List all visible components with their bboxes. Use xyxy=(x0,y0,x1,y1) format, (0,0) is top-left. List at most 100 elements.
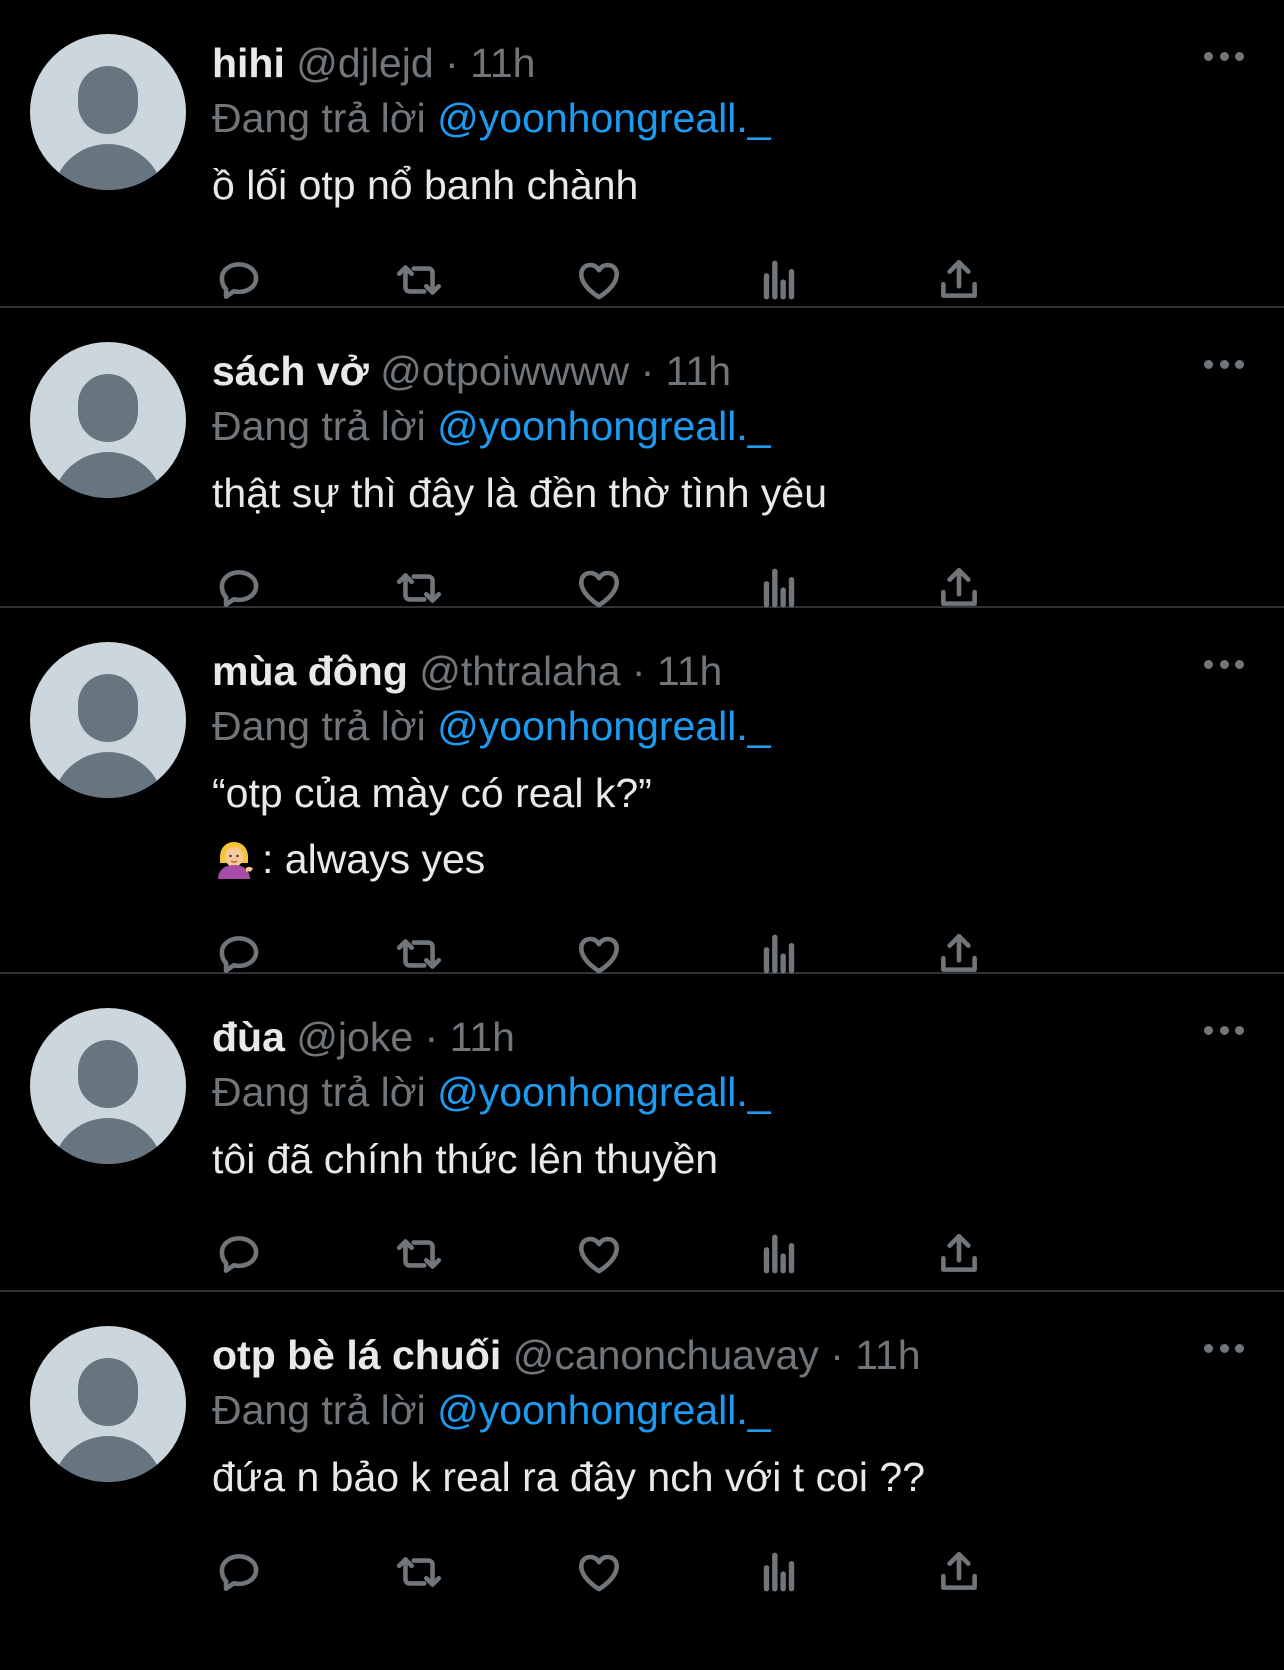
timestamp[interactable]: 11h xyxy=(657,648,722,694)
reply-button[interactable] xyxy=(214,928,394,980)
avatar[interactable] xyxy=(30,34,186,190)
views-button[interactable] xyxy=(754,562,934,614)
like-button[interactable] xyxy=(574,562,754,614)
retweet-button[interactable] xyxy=(394,254,574,306)
like-button[interactable] xyxy=(574,928,754,980)
timestamp[interactable]: 11h xyxy=(855,1332,920,1378)
retweet-icon xyxy=(396,1239,442,1269)
retweet-button[interactable] xyxy=(394,928,574,980)
views-button[interactable] xyxy=(754,928,934,980)
more-icon[interactable] xyxy=(1204,654,1244,674)
tweet[interactable]: đùa @joke · 11h Đang trả lời @yoonhongre… xyxy=(0,974,1284,1292)
replying-to-label: Đang trả lời xyxy=(212,95,426,141)
tweet[interactable]: otp bè lá chuối @canonchuavay · 11h Đang… xyxy=(0,1292,1284,1670)
retweet-button[interactable] xyxy=(394,1228,574,1280)
reply-button[interactable] xyxy=(214,1546,394,1598)
reply-icon xyxy=(219,936,259,973)
retweet-icon xyxy=(396,573,442,603)
timestamp[interactable]: 11h xyxy=(666,348,731,394)
more-icon[interactable] xyxy=(1204,354,1244,374)
tweet[interactable]: mùa đông @thtralaha · 11h Đang trả lời @… xyxy=(0,608,1284,974)
views-icon xyxy=(763,1234,795,1274)
reply-button[interactable] xyxy=(214,1228,394,1280)
display-name[interactable]: đùa xyxy=(212,1014,285,1060)
reply-icon xyxy=(219,262,259,299)
tweet-header: hihi @djlejd · 11h xyxy=(212,0,1244,90)
more-icon[interactable] xyxy=(1204,46,1244,66)
user-handle[interactable]: @joke xyxy=(296,1014,413,1060)
replying-to-label: Đang trả lời xyxy=(212,1069,426,1115)
more-icon[interactable] xyxy=(1204,1338,1244,1358)
share-button[interactable] xyxy=(934,1546,1114,1598)
tweet-header: đùa @joke · 11h xyxy=(212,974,1244,1064)
replying-to-link[interactable]: @yoonhongreall._ xyxy=(437,403,770,449)
user-handle[interactable]: @canonchuavay xyxy=(513,1332,819,1378)
heart-icon xyxy=(579,1236,619,1274)
avatar-body xyxy=(52,752,164,798)
retweet-button[interactable] xyxy=(394,1546,574,1598)
avatar[interactable] xyxy=(30,642,186,798)
heart-icon xyxy=(579,1554,619,1592)
avatar-body xyxy=(52,452,164,498)
share-button[interactable] xyxy=(934,1228,1114,1280)
tweet-header: sách vở @otpoiwwww · 11h xyxy=(212,308,1244,398)
share-icon xyxy=(941,934,977,972)
tweet-header: otp bè lá chuối @canonchuavay · 11h xyxy=(212,1292,1244,1382)
reply-button[interactable] xyxy=(214,254,394,306)
tweet-text: đứa n bảo k real ra đây nch với t coi ?? xyxy=(212,1454,925,1500)
heart-icon xyxy=(579,262,619,300)
replying-to: Đang trả lời @yoonhongreall._ xyxy=(212,1384,1244,1436)
timestamp[interactable]: 11h xyxy=(450,1014,515,1060)
views-icon xyxy=(763,934,795,974)
share-icon xyxy=(941,568,977,606)
avatar[interactable] xyxy=(30,1326,186,1482)
timestamp[interactable]: 11h xyxy=(470,40,535,86)
replying-to-label: Đang trả lời xyxy=(212,1387,426,1433)
display-name[interactable]: hihi xyxy=(212,40,285,86)
reply-button[interactable] xyxy=(214,562,394,614)
replying-to: Đang trả lời @yoonhongreall._ xyxy=(212,92,1244,144)
views-button[interactable] xyxy=(754,1546,934,1598)
like-button[interactable] xyxy=(574,254,754,306)
tweet-text: “otp của mày có real k?” xyxy=(212,770,652,816)
share-button[interactable] xyxy=(934,928,1114,980)
user-handle[interactable]: @djlejd xyxy=(296,40,433,86)
replying-to-link[interactable]: @yoonhongreall._ xyxy=(437,95,770,141)
tweet-actions xyxy=(214,1540,1114,1626)
share-icon xyxy=(941,1234,977,1272)
avatar[interactable] xyxy=(30,1008,186,1164)
avatar-head xyxy=(78,66,138,134)
views-button[interactable] xyxy=(754,1228,934,1280)
woman-tipping-hand-emoji xyxy=(218,842,253,879)
retweet-button[interactable] xyxy=(394,562,574,614)
tweet-header: mùa đông @thtralaha · 11h xyxy=(212,608,1244,698)
user-handle[interactable]: @otpoiwwww xyxy=(380,348,629,394)
display-name[interactable]: sách vở xyxy=(212,348,369,394)
separator-dot: · xyxy=(631,648,646,694)
like-button[interactable] xyxy=(574,1228,754,1280)
reply-icon xyxy=(219,570,259,607)
views-button[interactable] xyxy=(754,254,934,306)
display-name[interactable]: otp bè lá chuối xyxy=(212,1332,501,1378)
tweet-text: tôi đã chính thức lên thuyền xyxy=(212,1136,719,1182)
share-button[interactable] xyxy=(934,254,1114,306)
replying-to-link[interactable]: @yoonhongreall._ xyxy=(437,1387,770,1433)
views-icon xyxy=(763,568,795,608)
user-handle[interactable]: @thtralaha xyxy=(419,648,620,694)
separator-dot: · xyxy=(640,348,655,394)
replying-to-link[interactable]: @yoonhongreall._ xyxy=(437,703,770,749)
display-name[interactable]: mùa đông xyxy=(212,648,408,694)
tweet[interactable]: sách vở @otpoiwwww · 11h Đang trả lời @y… xyxy=(0,308,1284,608)
replying-to-link[interactable]: @yoonhongreall._ xyxy=(437,1069,770,1115)
more-icon[interactable] xyxy=(1204,1020,1244,1040)
tweet[interactable]: hihi @djlejd · 11h Đang trả lời @yoonhon… xyxy=(0,0,1284,308)
avatar[interactable] xyxy=(30,342,186,498)
share-icon xyxy=(941,1552,977,1590)
tweet-text-line-2-text: : always yes xyxy=(262,836,486,882)
like-button[interactable] xyxy=(574,1546,754,1598)
separator-dot: · xyxy=(830,1332,844,1378)
share-icon xyxy=(941,260,977,298)
avatar-body xyxy=(52,1118,164,1164)
heart-icon xyxy=(579,936,619,974)
share-button[interactable] xyxy=(934,562,1114,614)
